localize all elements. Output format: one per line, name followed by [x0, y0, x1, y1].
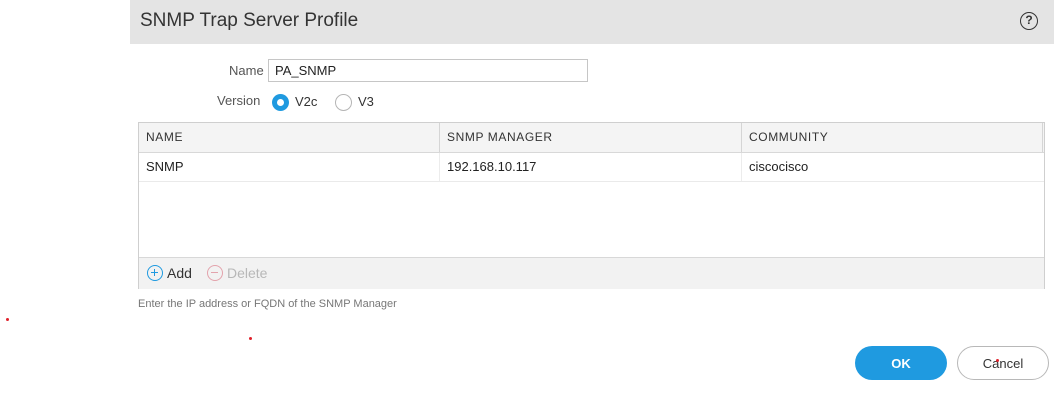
- cancel-button[interactable]: Cancel: [957, 346, 1049, 380]
- cell-name[interactable]: SNMP: [139, 153, 439, 181]
- table-header: NAME SNMP MANAGER COMMUNITY: [139, 123, 1044, 153]
- plus-circle-icon: [147, 265, 163, 281]
- column-header-snmp-manager[interactable]: SNMP MANAGER: [440, 123, 741, 152]
- minus-circle-icon: [207, 265, 223, 281]
- delete-label: Delete: [227, 265, 268, 281]
- name-input[interactable]: [268, 59, 588, 82]
- name-label: Name: [229, 63, 264, 78]
- dialog-title: SNMP Trap Server Profile: [140, 10, 359, 31]
- version-v3-radio[interactable]: [335, 94, 352, 111]
- marker-dot: [6, 318, 9, 321]
- help-text: Enter the IP address or FQDN of the SNMP…: [138, 298, 397, 310]
- delete-button[interactable]: Delete: [207, 264, 267, 282]
- table-toolbar: Add Delete: [139, 257, 1044, 289]
- column-header-name[interactable]: NAME: [139, 123, 439, 152]
- help-icon[interactable]: ?: [1020, 12, 1038, 30]
- column-divider[interactable]: [1042, 123, 1043, 152]
- version-v2c-label[interactable]: V2c: [295, 94, 317, 109]
- table-row[interactable]: SNMP 192.168.10.117 ciscocisco: [139, 153, 1044, 182]
- cell-snmp-manager[interactable]: 192.168.10.117: [440, 153, 741, 181]
- cell-community[interactable]: ciscocisco: [742, 153, 1042, 181]
- ok-button[interactable]: OK: [855, 346, 947, 380]
- add-button[interactable]: Add: [147, 264, 192, 282]
- version-v2c-radio[interactable]: [272, 94, 289, 111]
- marker-dot: [249, 337, 252, 340]
- add-label: Add: [167, 265, 192, 281]
- version-label: Version: [217, 93, 261, 108]
- marker-dot: [996, 359, 999, 362]
- column-header-community[interactable]: COMMUNITY: [742, 123, 1042, 152]
- version-v3-label[interactable]: V3: [358, 94, 374, 109]
- snmp-manager-table: NAME SNMP MANAGER COMMUNITY SNMP 192.168…: [138, 122, 1045, 289]
- dialog-header: SNMP Trap Server Profile ?: [130, 0, 1054, 44]
